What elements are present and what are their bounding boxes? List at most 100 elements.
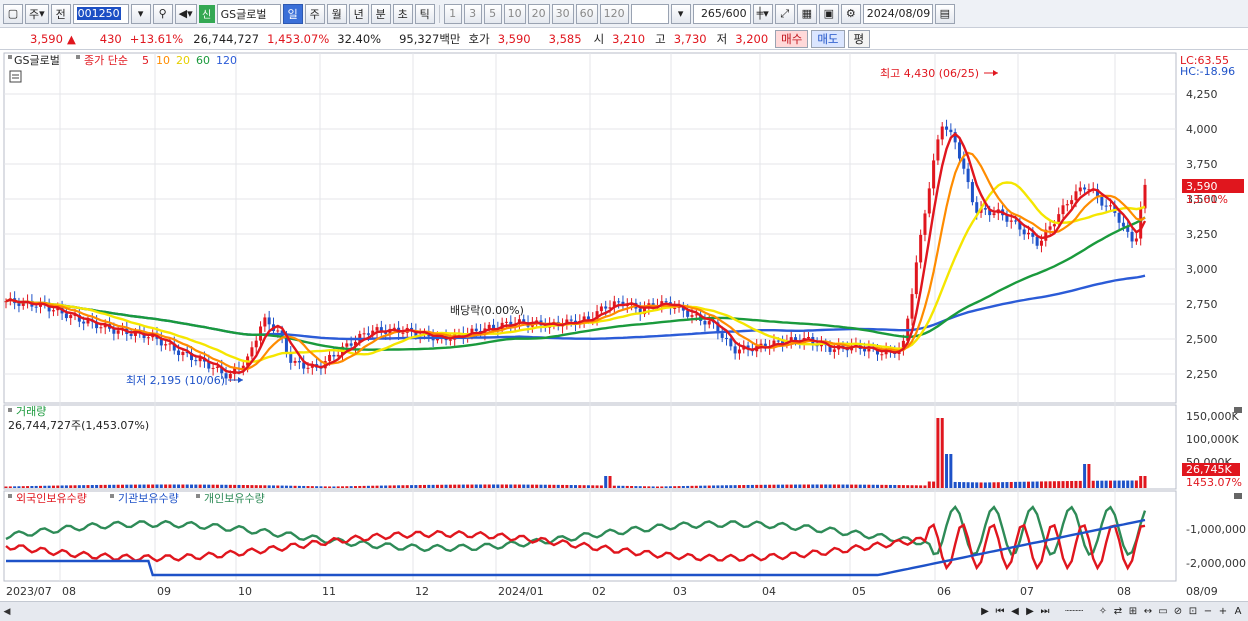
candle-body	[1130, 231, 1134, 242]
candle-body	[806, 336, 810, 339]
candle-body	[276, 330, 280, 332]
volume-bar	[1035, 481, 1039, 488]
interval-60[interactable]: 60	[575, 3, 598, 24]
volume-bar	[561, 484, 565, 488]
low-label: 저	[716, 31, 728, 46]
interval-30[interactable]: 30	[551, 3, 574, 24]
candle-body	[992, 213, 996, 216]
date-input[interactable]: 2024/08/09	[862, 3, 933, 24]
legend-ma5: 5	[142, 54, 149, 67]
interval-5[interactable]: 5	[483, 3, 502, 24]
interval-20[interactable]: 20	[527, 3, 550, 24]
custom-interval-input[interactable]	[630, 3, 669, 24]
period-month-button[interactable]: 월	[326, 3, 347, 24]
volume-bar	[410, 485, 414, 488]
interval-10[interactable]: 10	[503, 3, 526, 24]
custom-interval-dropdown-icon[interactable]: ▾	[670, 3, 691, 24]
tool-icon-2[interactable]: ⇄	[1112, 604, 1124, 618]
candle-type-icon[interactable]: ╪▾	[752, 3, 773, 24]
candle-body	[1074, 191, 1078, 201]
candle-body	[250, 347, 254, 357]
volume-bar	[86, 485, 90, 488]
count-input[interactable]: 265/600	[692, 3, 751, 24]
drawing-tool-icon[interactable]: ⤢	[774, 3, 795, 24]
volume-bar	[215, 484, 219, 488]
zoom-slider[interactable]: ┈┈┈	[1054, 604, 1094, 618]
tool-icon-3[interactable]: ⊞	[1127, 604, 1139, 618]
table-toggle-icon[interactable]	[9, 70, 22, 83]
candle-body	[1134, 238, 1138, 242]
volume-bar	[263, 485, 267, 488]
volume-bar	[51, 485, 55, 488]
tool-icon-4[interactable]: ↔	[1142, 604, 1154, 618]
scroll-left-icon[interactable]: ◀	[0, 605, 14, 619]
sell-button[interactable]: 매도	[811, 29, 845, 48]
holding-legend-marker	[8, 494, 12, 498]
period-year-button[interactable]: 년	[348, 3, 369, 24]
tool-icon-7[interactable]: ⊡	[1187, 604, 1199, 618]
prev-button[interactable]: 전	[50, 3, 71, 24]
calendar-icon[interactable]: ▤	[934, 3, 955, 24]
volume-bar	[988, 482, 992, 488]
scroll-last-icon[interactable]: ⏭	[1039, 604, 1051, 618]
interval-120[interactable]: 120	[599, 3, 629, 24]
volume-bar	[815, 484, 819, 488]
volume-bar	[138, 484, 142, 488]
scroll-right-icon[interactable]: ▶	[979, 604, 991, 618]
code-dropdown-icon[interactable]: ▾	[130, 3, 151, 24]
volume-bar	[906, 485, 910, 488]
interval-1[interactable]: 1	[443, 3, 462, 24]
volume-bar	[932, 481, 936, 488]
gear-icon[interactable]: ⚙	[840, 3, 861, 24]
candle-body	[1035, 236, 1039, 246]
stock-chart[interactable]: GS글로벌 종가 단순 5 10 20 60 120 최고 4,430 (06/…	[0, 51, 1248, 601]
volume-bar	[871, 484, 875, 488]
tool-icon-1[interactable]: ✧	[1097, 604, 1109, 618]
font-size-icon[interactable]: A	[1232, 604, 1244, 618]
legend-stock-name: GS글로벌	[14, 54, 60, 67]
volume-bar	[1031, 481, 1035, 488]
chart-area[interactable]: GS글로벌 종가 단순 5 10 20 60 120 최고 4,430 (06/…	[0, 51, 1248, 621]
candle-body	[336, 354, 340, 357]
volume-bar	[763, 484, 767, 488]
candle-body	[932, 160, 936, 189]
volume-bar	[845, 484, 849, 488]
volume-bar	[694, 485, 698, 488]
period-minute-button[interactable]: 분	[370, 3, 391, 24]
candle-body	[664, 301, 668, 303]
scroll-first-icon[interactable]: ⏮	[994, 604, 1006, 618]
volume-bar	[1027, 481, 1031, 488]
volume-bar	[34, 485, 38, 488]
window-icon[interactable]: ▢	[3, 3, 23, 24]
buy-button[interactable]: 매수	[775, 29, 809, 48]
period-day-button[interactable]: 일	[282, 3, 303, 24]
average-button[interactable]: 평	[847, 29, 871, 48]
volume-bar	[957, 482, 961, 488]
candle-body	[936, 139, 940, 161]
speaker-icon[interactable]: ◀▾	[174, 3, 197, 24]
period-second-button[interactable]: 초	[392, 3, 413, 24]
zoom-out-icon[interactable]: −	[1202, 604, 1214, 618]
volume-bar	[828, 484, 832, 488]
stock-name-field[interactable]: GS글로벌	[216, 3, 281, 24]
toolbar-divider	[438, 4, 440, 23]
holding-panel-close-icon[interactable]	[1234, 493, 1242, 499]
period-tick-button[interactable]: 틱	[414, 3, 435, 24]
tool-icon-5[interactable]: ▭	[1157, 604, 1169, 618]
period-select[interactable]: 주 ▾	[25, 3, 49, 24]
interval-3[interactable]: 3	[463, 3, 482, 24]
candle-body	[254, 340, 258, 348]
scroll-next-icon[interactable]: ▶	[1024, 604, 1036, 618]
search-icon[interactable]: ⚲	[152, 3, 173, 24]
tool-icon-6[interactable]: ⊘	[1172, 604, 1184, 618]
chart-scrollbar[interactable]: ◀ ▶ ⏮ ◀ ▶ ⏭ ┈┈┈ ✧ ⇄ ⊞ ↔ ▭ ⊘ ⊡ − + A	[0, 601, 1248, 621]
zoom-in-icon[interactable]: +	[1217, 604, 1229, 618]
grid-icon[interactable]: ▦	[796, 3, 817, 24]
period-week-button[interactable]: 주	[304, 3, 325, 24]
volume-panel-close-icon[interactable]	[1234, 407, 1242, 413]
volume-bar	[177, 484, 181, 488]
scroll-prev-icon[interactable]: ◀	[1009, 604, 1021, 618]
code-input[interactable]: 001250	[72, 3, 129, 24]
save-icon[interactable]: ▣	[818, 3, 839, 24]
volume-bar	[582, 485, 586, 488]
